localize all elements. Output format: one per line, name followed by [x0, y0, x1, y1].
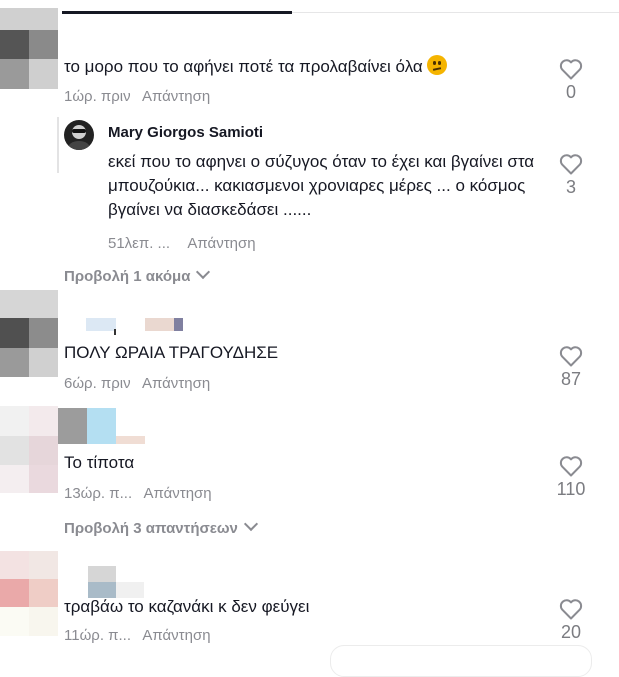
chevron-down-icon: [243, 516, 258, 532]
active-tab-indicator: [62, 11, 292, 14]
comment-3-text: Το τίποτα: [64, 453, 135, 472]
comment-1-like-button[interactable]: 0: [551, 58, 591, 103]
comment-input-card[interactable]: [330, 645, 592, 677]
tab-divider: [292, 12, 619, 13]
thinking-face-icon: [426, 55, 447, 75]
comment-2-reply-button[interactable]: Απάντηση: [142, 375, 210, 392]
comment-4-reply-button[interactable]: Απάντηση: [142, 627, 210, 644]
chevron-down-icon: [196, 264, 211, 280]
comment-2-like-button[interactable]: 87: [551, 345, 591, 390]
comment-4-time: 11ώρ. π...: [64, 627, 132, 644]
comment-1-meta: 1ώρ. πριν Απάντηση: [64, 88, 210, 105]
heart-icon: [559, 599, 583, 620]
comment-1-like-count: 0: [565, 82, 576, 102]
comment-1-time: 1ώρ. πριν: [64, 88, 131, 105]
comment-3-time: 13ώρ. π...: [64, 485, 133, 502]
comment-2-time: 6ώρ. πριν: [64, 375, 131, 392]
heart-icon: [559, 59, 583, 80]
reply-thread-line: [57, 117, 59, 173]
reply-1-like-button[interactable]: 3: [551, 153, 591, 198]
view-more-replies-button[interactable]: Προβολή 1 ακόμα: [64, 264, 211, 285]
comment-3-meta: 13ώρ. π... Απάντηση: [64, 485, 212, 502]
comment-2-meta: 6ώρ. πριν Απάντηση: [64, 375, 210, 392]
comment-2-like-count: 87: [560, 369, 582, 389]
heart-icon: [559, 154, 583, 175]
reply-1-like-count: 3: [565, 177, 576, 197]
reply-1-time: 51λεπ. ...: [108, 235, 171, 252]
comment-2-text: ΠΟΛΥ ΩΡΑΙΑ ΤΡΑΓΟΥΔΗΣΕ: [64, 343, 279, 362]
heart-icon: [559, 346, 583, 367]
heart-icon: [559, 456, 583, 477]
comment-3-like-count: 110: [556, 479, 586, 499]
comment-4-like-button[interactable]: 20: [551, 598, 591, 643]
reply-1-reply-button[interactable]: Απάντηση: [187, 235, 255, 252]
comment-4-text: τραβάω το καζανάκι κ δεν φεύγει: [64, 597, 310, 616]
reply-1-meta: 51λεπ. ... Απάντηση: [108, 235, 256, 252]
reply-1-avatar[interactable]: [64, 120, 94, 150]
view-replies-button[interactable]: Προβολή 3 απαντήσεων: [64, 516, 258, 537]
comment-3-like-button[interactable]: 110: [551, 455, 591, 500]
reply-1-author[interactable]: Mary Giorgos Samioti: [108, 124, 263, 141]
view-more-replies-label: Προβολή 1 ακόμα: [64, 268, 191, 285]
comment-4-like-count: 20: [560, 622, 582, 642]
comment-3-reply-button[interactable]: Απάντηση: [143, 485, 211, 502]
reply-1-text: εκεί που το αφηνει ο σύζυγος όταν το έχε…: [108, 152, 535, 219]
view-replies-label: Προβολή 3 απαντήσεων: [64, 520, 238, 537]
comment-1-reply-button[interactable]: Απάντηση: [142, 88, 210, 105]
comment-1-text: το μορο που το αφήνει ποτέ τα προλαβαίνε…: [64, 55, 447, 79]
comment-4-meta: 11ώρ. π... Απάντηση: [64, 627, 211, 644]
